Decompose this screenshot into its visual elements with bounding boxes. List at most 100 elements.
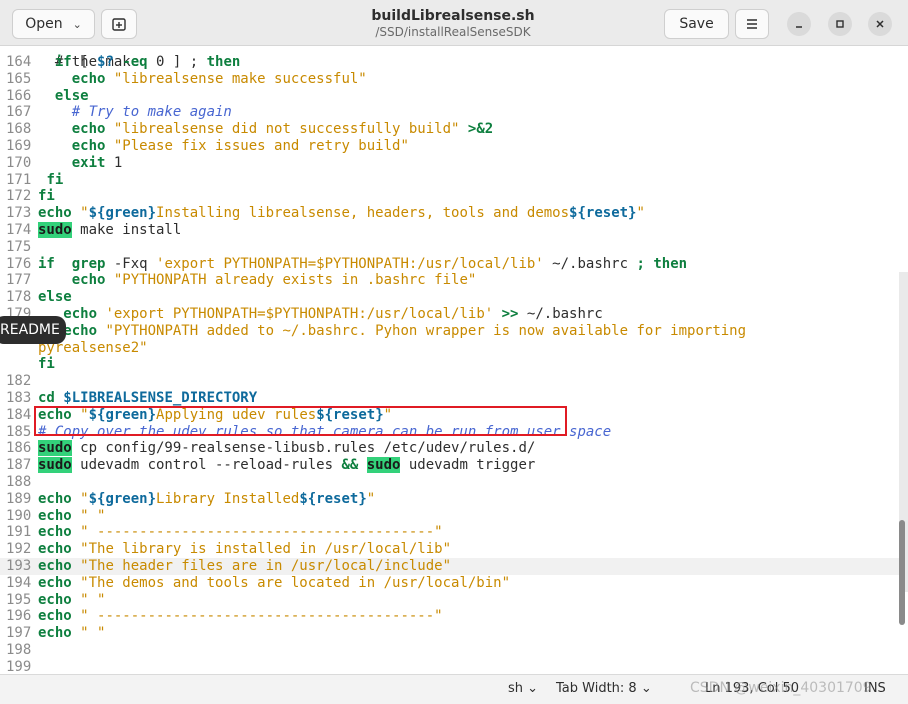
- code-editor[interactable]: # the make 164 if [ $? -eq 0 ] ; then 165…: [0, 46, 908, 674]
- code-line: 180 echo "PYTHONPATH added to ~/.bashrc.…: [0, 323, 900, 340]
- code-line: 174 sudo make install: [0, 222, 900, 239]
- code-line: 199: [0, 659, 900, 674]
- code-line: 183 cd $LIBREALSENSE_DIRECTORY: [0, 390, 900, 407]
- code-line: 172 fi: [0, 188, 900, 205]
- line-number: 191: [6, 524, 32, 541]
- code-line: 187 sudo udevadm control --reload-rules &…: [0, 457, 900, 474]
- line-number: 186: [6, 440, 32, 457]
- line-number: 184: [6, 406, 32, 423]
- line-number: 174: [6, 222, 32, 238]
- code-text: echo " ": [38, 507, 106, 524]
- code-line: 171 fi: [0, 172, 900, 189]
- code-line: 193 echo "The header files are in /usr/lo…: [0, 558, 900, 575]
- code-text: else: [38, 289, 72, 306]
- code-line: 173 echo "${green}Installing librealsense…: [0, 205, 900, 222]
- code-line: 197 echo " ": [0, 625, 900, 642]
- window-title: buildLibrealsense.sh /SSD/installRealSen…: [300, 7, 606, 40]
- code-text: echo " ---------------------------------…: [38, 524, 443, 541]
- line-number: 188: [6, 474, 32, 490]
- code-text: exit 1: [71, 154, 123, 171]
- open-label: Open: [25, 16, 63, 32]
- tab-width-selector[interactable]: Tab Width: 8 ⌄: [556, 681, 652, 696]
- code-line: 170 exit 1: [0, 155, 900, 172]
- code-text: echo "${green}Installing librealsense, h…: [38, 205, 645, 222]
- code-text: echo "librealsense make successful": [71, 70, 367, 87]
- code-text: fi: [38, 188, 55, 205]
- line-number: 171: [6, 171, 32, 188]
- close-icon: [876, 20, 884, 28]
- code-line: 186 sudo cp config/99-realsense-libusb.ru…: [0, 440, 900, 457]
- line-number: 170: [6, 154, 32, 171]
- readme-tooltip: README: [0, 316, 66, 344]
- code-line: pyrealsense2": [0, 340, 900, 357]
- code-text: sudo make install: [38, 222, 182, 238]
- line-number: 193: [6, 558, 32, 574]
- line-number: 196: [6, 608, 32, 625]
- chevron-down-icon: ⌄: [640, 681, 652, 696]
- maximize-button[interactable]: [828, 12, 852, 36]
- language-selector[interactable]: sh ⌄: [508, 681, 538, 696]
- language-label: sh: [508, 681, 524, 696]
- hamburger-icon: [747, 19, 757, 29]
- line-number: 172: [6, 188, 32, 205]
- line-number: 167: [6, 104, 32, 121]
- code-line: 192 echo "The library is installed in /us…: [0, 541, 900, 558]
- code-text: echo "The library is installed in /usr/l…: [38, 541, 452, 558]
- chevron-down-icon: ⌄: [527, 681, 539, 696]
- code-line: fi: [0, 356, 900, 373]
- watermark: CSDN @weixin_40301709: [690, 680, 872, 696]
- code-text: sudo udevadm control --reload-rules && s…: [38, 457, 536, 474]
- code-text: else: [54, 87, 89, 104]
- line-number: 165: [6, 70, 32, 87]
- code-text: echo "librealsense did not successfully …: [71, 121, 494, 138]
- save-button[interactable]: Save: [664, 9, 729, 39]
- minimize-icon: [796, 26, 802, 28]
- code-text: cd $LIBREALSENSE_DIRECTORY: [38, 390, 258, 406]
- code-line: 177 echo "PYTHONPATH already exists in .…: [0, 272, 900, 289]
- code-line: 188: [0, 474, 900, 491]
- line-number: 198: [6, 642, 32, 658]
- code-line: # the make: [0, 46, 900, 70]
- menu-button[interactable]: [735, 9, 769, 39]
- chevron-down-icon: ⌄: [72, 17, 82, 31]
- line-number: 176: [6, 255, 32, 272]
- line-number: 166: [6, 87, 32, 104]
- new-tab-button[interactable]: [101, 9, 137, 39]
- minimize-button[interactable]: [787, 12, 811, 36]
- code-line: 179 echo 'export PYTHONPATH=$PYTHONPATH:…: [0, 306, 900, 323]
- line-number: 187: [6, 457, 32, 474]
- header-bar: Open ⌄ buildLibrealsense.sh /SSD/install…: [0, 0, 908, 46]
- line-number: 197: [6, 625, 32, 642]
- code-text: echo "PYTHONPATH already exists in .bash…: [71, 272, 477, 289]
- line-number: 177: [6, 272, 32, 289]
- code-line: 190 echo " ": [0, 508, 900, 525]
- code-text: fi: [38, 356, 55, 373]
- code-line: 189 echo "${green}Library Installed${rese…: [0, 491, 900, 508]
- file-name: buildLibrealsense.sh: [371, 8, 535, 24]
- code-text: # Try to make again: [71, 104, 232, 121]
- maximize-icon: [836, 20, 844, 28]
- close-button[interactable]: [868, 12, 892, 36]
- line-number: 190: [6, 507, 32, 524]
- code-line: 165 echo "librealsense make successful": [0, 71, 900, 88]
- code-text: sudo cp config/99-realsense-libusb.rules…: [38, 440, 536, 457]
- line-number: 168: [6, 121, 32, 138]
- code-text: echo " ": [38, 625, 106, 642]
- line-number: 169: [6, 138, 32, 154]
- code-text: if [ $? -eq 0 ] ; then: [54, 54, 241, 70]
- line-number: 192: [6, 541, 32, 558]
- code-line: 196 echo " ------------------------------…: [0, 608, 900, 625]
- code-line: 167 # Try to make again: [0, 104, 900, 121]
- code-line: 198: [0, 642, 900, 659]
- line-number: 182: [6, 373, 32, 390]
- code-text: fi: [46, 171, 64, 188]
- code-text: echo "PYTHONPATH added to ~/.bashrc. Pyh…: [63, 322, 747, 339]
- annotation-box: [34, 406, 567, 436]
- code-line: 191 echo " ------------------------------…: [0, 524, 900, 541]
- open-button[interactable]: Open ⌄: [12, 9, 95, 39]
- code-line: 178 else: [0, 289, 900, 306]
- code-text: echo " ": [38, 591, 106, 608]
- line-number: 175: [6, 238, 32, 255]
- line-number: 164: [6, 54, 32, 70]
- scrollbar-thumb[interactable]: [899, 520, 905, 625]
